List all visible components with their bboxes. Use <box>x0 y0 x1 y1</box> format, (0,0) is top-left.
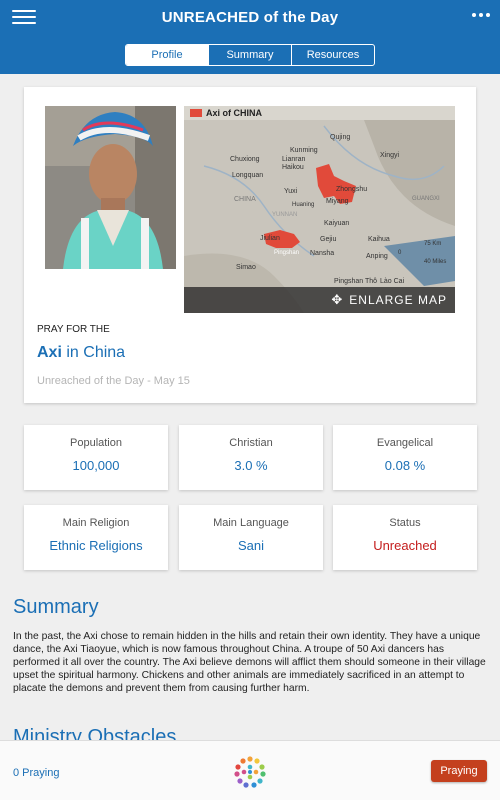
more-options-icon[interactable] <box>472 13 490 17</box>
map-label-yuxi: Yuxi <box>284 188 298 195</box>
map-label-haikou: Haikou <box>282 164 304 171</box>
map-label-kaihua: Kaihua <box>368 236 390 243</box>
tab-summary[interactable]: Summary <box>208 45 291 65</box>
map-label-nansha: Nansha <box>310 250 335 257</box>
stat-value: Ethnic Religions <box>49 538 143 553</box>
unreached-date: Unreached of the Day - May 15 <box>37 375 190 387</box>
enlarge-map-label: ENLARGE MAP <box>349 293 447 307</box>
expand-icon: ✥ <box>331 292 344 307</box>
map-label-zhongshu: Zhongshu <box>336 186 368 193</box>
map-label-jiulian: Jiulian <box>260 235 280 242</box>
people-photo <box>45 106 176 269</box>
pray-for-label: PRAY FOR THE <box>37 324 110 335</box>
stat-label: Evangelical <box>376 437 434 449</box>
stat-label: Christian <box>229 437 273 449</box>
map-label-anping: Anping <box>366 253 388 260</box>
map-label-chuxiong: Chuxiong <box>230 156 260 163</box>
map-label-gejiu: Gejiu <box>320 236 337 243</box>
enlarge-map-button[interactable]: ✥ ENLARGE MAP <box>184 287 455 313</box>
stat-christian: Christian 3.0 % <box>179 425 323 490</box>
summary-text: In the past, the Axi chose to remain hid… <box>13 631 486 694</box>
praying-count: 0 Praying <box>13 767 60 779</box>
stat-evangelical: Evangelical 0.08 % <box>333 425 477 490</box>
map-label-lianran: Lianran <box>282 156 306 163</box>
map-label-longquan: Longquan <box>232 172 264 179</box>
map-label-pingshan: Pingshan <box>274 250 300 256</box>
stat-label: Population <box>70 437 122 449</box>
map-label-pingshantho: Pingshan Thô <box>334 278 378 285</box>
app-title: UNREACHED of the Day <box>161 9 339 26</box>
map-label-guangxi: GUANGXI <box>412 196 440 202</box>
map-label-kunming: Kunming <box>290 147 318 154</box>
map-label-simao: Simao <box>236 264 256 271</box>
logo-icon <box>233 755 267 789</box>
stat-population: Population 100,000 <box>24 425 168 490</box>
map-label-qujing: Qujing <box>330 134 351 141</box>
stat-main-language: Main Language Sani <box>179 505 323 570</box>
map-label-kaiyuan: Kaiyuan <box>324 220 350 227</box>
map-label-china: CHINA <box>234 196 256 203</box>
profile-card: Axi of CHINA Qujing Kunming Xingyi Chuxi… <box>24 87 476 403</box>
tab-profile[interactable]: Profile <box>126 45 208 65</box>
people-country: in China <box>66 344 126 361</box>
stat-value: 100,000 <box>72 458 120 473</box>
tab-bar: Profile Summary Resources <box>125 44 375 66</box>
location-map[interactable]: Axi of CHINA Qujing Kunming Xingyi Chuxi… <box>184 106 455 313</box>
status-badge: Unreached <box>373 538 437 553</box>
people-name: Axi <box>37 344 62 361</box>
stat-label: Main Language <box>213 517 289 529</box>
stat-main-religion: Main Religion Ethnic Religions <box>24 505 168 570</box>
stat-status: Status Unreached <box>333 505 477 570</box>
stat-value: 0.08 % <box>384 458 426 473</box>
map-label-xingyi: Xingyi <box>380 152 400 159</box>
map-label-miyang: Miyang <box>326 198 349 205</box>
bottom-bar: 0 Praying Praying <box>0 740 500 800</box>
map-labels: Qujing Kunming Xingyi Chuxiong Lianran H… <box>184 106 455 313</box>
praying-button[interactable]: Praying <box>431 760 487 782</box>
stat-label: Main Religion <box>62 517 130 529</box>
tab-resources[interactable]: Resources <box>291 45 374 65</box>
map-label-scale-zero: 0 <box>398 250 402 256</box>
stat-value: 3.0 % <box>234 458 268 473</box>
map-label-laocai: Lào Cai <box>380 278 405 285</box>
map-label-huaning: Huaning <box>292 202 315 208</box>
people-group-title: Axi in China <box>37 344 125 362</box>
map-label-scale-mi: 40 Miles <box>424 259 447 265</box>
app-header: UNREACHED of the Day Profile Summary Res… <box>0 0 500 74</box>
stat-label: Status <box>389 517 421 529</box>
stat-value: Sani <box>237 538 265 553</box>
summary-heading: Summary <box>13 596 99 618</box>
map-label-scale-km: 75 Km <box>424 241 442 247</box>
map-label-yunnan: YUNNAN <box>272 212 298 218</box>
